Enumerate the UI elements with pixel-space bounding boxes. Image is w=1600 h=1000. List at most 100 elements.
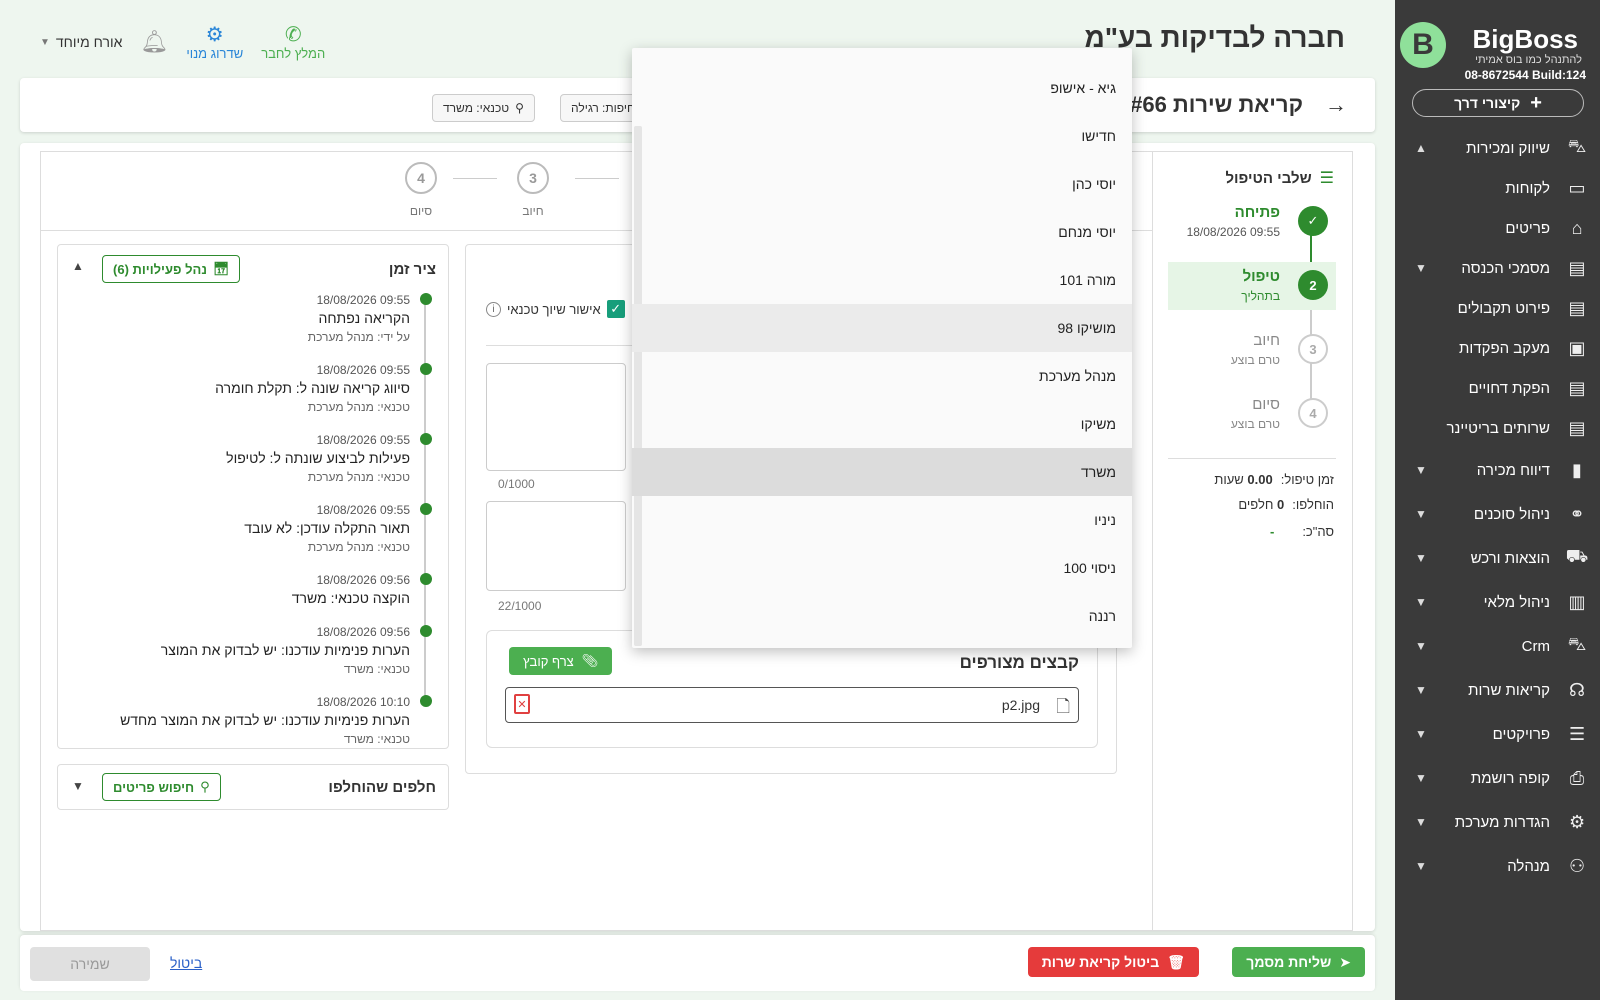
chevron-down-icon[interactable]: ▼ — [72, 779, 84, 793]
logo[interactable]: B BigBoss להתנהל כמו בוס אמיתי 08-867254… — [1400, 18, 1586, 88]
info-icon[interactable]: i — [486, 301, 501, 317]
dropdown-option[interactable]: ניסוי 100 — [632, 544, 1132, 592]
dropdown-option[interactable]: חדישו — [632, 112, 1132, 160]
attach-file-button[interactable]: 📎︎ צרף קובץ — [509, 647, 613, 675]
paperclip-icon: 📎︎ — [581, 653, 599, 668]
shortcuts-button[interactable]: + קיצורי דרך — [1412, 89, 1584, 117]
description-textarea[interactable] — [486, 363, 626, 471]
upgrade-link[interactable]: ⚙ שדרוג מנוי — [186, 24, 243, 61]
step-opening[interactable]: ✓ פתיחה 09:55 18/08/2026 — [1168, 198, 1336, 246]
dropdown-option[interactable]: משרד — [632, 448, 1132, 496]
event-by: טכנאי: מנהל מערכת — [307, 540, 410, 554]
approve-technician[interactable]: ✓ אישור שיוך טכנאי i — [486, 300, 625, 318]
manage-activities-label: נהל פעילויות (6) — [113, 261, 207, 277]
file-item[interactable]: 🗋 p2.jpg ✕ — [505, 687, 1079, 723]
hstep-number: 4 — [405, 162, 437, 194]
send-document-button[interactable]: ➤ שליחת מסמך — [1232, 947, 1365, 977]
sidebar-item[interactable]: ⎙ קופה רושמת ▼ — [1395, 756, 1600, 800]
notes-textarea[interactable] — [486, 501, 626, 591]
chevron-down-icon[interactable]: ▼ — [1415, 507, 1427, 521]
step-status: טרם בוצע — [1230, 417, 1280, 431]
sidebar-item[interactable]: ⛟ הוצאות ורכש ▼ — [1395, 536, 1600, 580]
event-by: על ידי: מנהל מערכת — [307, 330, 410, 344]
dropdown-option[interactable]: רננה — [632, 592, 1132, 640]
approve-checkbox[interactable]: ✓ — [606, 300, 625, 318]
chevron-down-icon[interactable]: ▼ — [1415, 463, 1427, 477]
manage-activities-button[interactable]: 📅︎ נהל פעילויות (6) — [102, 255, 241, 283]
sidebar-item[interactable]: ⚭ ניהול סוכנים ▼ — [1395, 492, 1600, 536]
sidebar-item-label: הפקת דחויים — [1468, 379, 1550, 397]
dropdown-option[interactable]: ניניו — [632, 496, 1132, 544]
sidebar-item[interactable]: ☊ קריאות שרות ▼ — [1395, 668, 1600, 712]
bell-icon[interactable]: 🔔︎ — [140, 29, 168, 55]
file-icon: 🗋 — [1056, 697, 1070, 716]
document-icon: ▤ — [1568, 417, 1586, 438]
replaced-value: 0 חלפים — [1238, 497, 1284, 512]
timeline-dot — [420, 573, 432, 585]
chevron-down-icon[interactable]: ▼ — [1415, 261, 1427, 275]
headset-icon: ☊ — [1569, 679, 1585, 700]
replaced-number: 0 — [1277, 497, 1285, 512]
recommend-label: המלץ לחבר — [261, 45, 326, 61]
dropdown-option[interactable]: מורה 101 — [632, 256, 1132, 304]
chevron-down-icon[interactable]: ▼ — [1415, 639, 1427, 653]
timeline-dot — [420, 433, 432, 445]
sidebar-item[interactable]: ▤ שרותים בריטיינר — [1395, 408, 1600, 448]
sidebar: B BigBoss להתנהל כמו בוס אמיתי 08-867254… — [1395, 0, 1600, 1000]
chevron-down-icon[interactable]: ▼ — [1415, 859, 1427, 873]
brand-build: Build:124 — [1531, 68, 1586, 82]
chevron-down-icon[interactable]: ▼ — [1415, 815, 1427, 829]
cancel-link[interactable]: ביטול — [170, 955, 202, 971]
dropdown-option[interactable]: יוסי כהן — [632, 160, 1132, 208]
dropdown-option[interactable]: יוסי מנחם — [632, 208, 1132, 256]
dropdown-option[interactable]: מנהל מערכת — [632, 352, 1132, 400]
chevron-down-icon[interactable]: ▼ — [1415, 727, 1427, 741]
sidebar-item-label: קריאות שרות — [1468, 681, 1550, 699]
sidebar-item-label: מעקב הפקדות — [1459, 339, 1550, 357]
sidebar-item[interactable]: ▥ ניהול מלאי ▼ — [1395, 580, 1600, 624]
sidebar-item-label: הגדרות מערכת — [1454, 813, 1550, 831]
sidebar-item[interactable]: ☰ פרויקטים ▼ — [1395, 712, 1600, 756]
recommend-link[interactable]: ✆ המלץ לחבר — [261, 24, 325, 61]
chevron-up-icon[interactable]: ▲ — [1415, 141, 1427, 155]
sidebar-item[interactable]: ⛍ שיווק ומכירות ▲ — [1395, 128, 1600, 168]
sidebar-item[interactable]: ▤ הפקת דחויים — [1395, 368, 1600, 408]
sidebar-item[interactable]: ▭ לקוחות — [1395, 168, 1600, 208]
user-menu[interactable]: אורח מיוחד ▼ — [40, 34, 122, 50]
sidebar-item[interactable]: ▤ מסמכי הכנסה ▼ — [1395, 248, 1600, 288]
step-treatment[interactable]: 2 טיפול בתהליך — [1168, 262, 1336, 310]
sidebar-item[interactable]: ⚙ הגדרות מערכת ▼ — [1395, 800, 1600, 844]
cancel-call-label: ביטול קריאת שרות — [1041, 954, 1160, 970]
chevron-up-icon[interactable]: ▲ — [72, 259, 84, 273]
step-billing[interactable]: 3 חיוב טרם בוצע — [1168, 326, 1336, 374]
dropdown-option[interactable]: משיקו — [632, 400, 1132, 448]
chevron-down-icon[interactable]: ▼ — [1415, 551, 1427, 565]
hstep-billing: 3 חיוב — [503, 162, 563, 218]
sidebar-item[interactable]: ▤ פירוט תקבולים — [1395, 288, 1600, 328]
sidebar-item[interactable]: ▮ דיווח מכירה ▼ — [1395, 448, 1600, 492]
delete-file-icon[interactable]: ✕ — [514, 694, 530, 714]
time-label: זמן טיפול: — [1280, 472, 1334, 487]
step-finish[interactable]: 4 סיום טרם בוצע — [1168, 390, 1336, 438]
chevron-down-icon[interactable]: ▼ — [1415, 595, 1427, 609]
chevron-down-icon[interactable]: ▼ — [1415, 771, 1427, 785]
search-items-label: חיפוש פריטים — [113, 779, 195, 795]
brand-tagline: להתנהל כמו בוס אמיתי — [1475, 54, 1582, 66]
dropdown-option[interactable]: מושיקו 98 — [632, 304, 1132, 352]
cancel-service-call-button[interactable]: 🗑︎ ביטול קריאת שרות — [1027, 947, 1199, 977]
save-button[interactable]: שמירה — [30, 947, 150, 981]
arrow-back-icon[interactable]: → — [1325, 92, 1347, 118]
shopping-bag-icon: ⛍ — [1567, 634, 1587, 654]
document-icon: ▤ — [1568, 297, 1586, 318]
sidebar-item[interactable]: ▣ מעקב הפקדות — [1395, 328, 1600, 368]
event-date: 09:56 18/08/2026 — [316, 625, 410, 639]
chevron-down-icon[interactable]: ▼ — [1415, 683, 1427, 697]
sidebar-item[interactable]: ⚇ מנהלה ▼ — [1395, 844, 1600, 888]
dropdown-option[interactable]: גיא - אישופ — [632, 64, 1132, 112]
sidebar-item[interactable]: ⌂ פריטים — [1395, 208, 1600, 248]
technician-chip[interactable]: ⚲ טכנאי: משרד — [432, 94, 535, 122]
sidebar-item[interactable]: ⛍ Crm ▼ — [1395, 624, 1600, 668]
search-items-button[interactable]: ⚲ חיפוש פריטים — [102, 773, 221, 801]
notes-counter: 22/1000 — [498, 599, 542, 613]
hstep-connector — [575, 178, 619, 179]
